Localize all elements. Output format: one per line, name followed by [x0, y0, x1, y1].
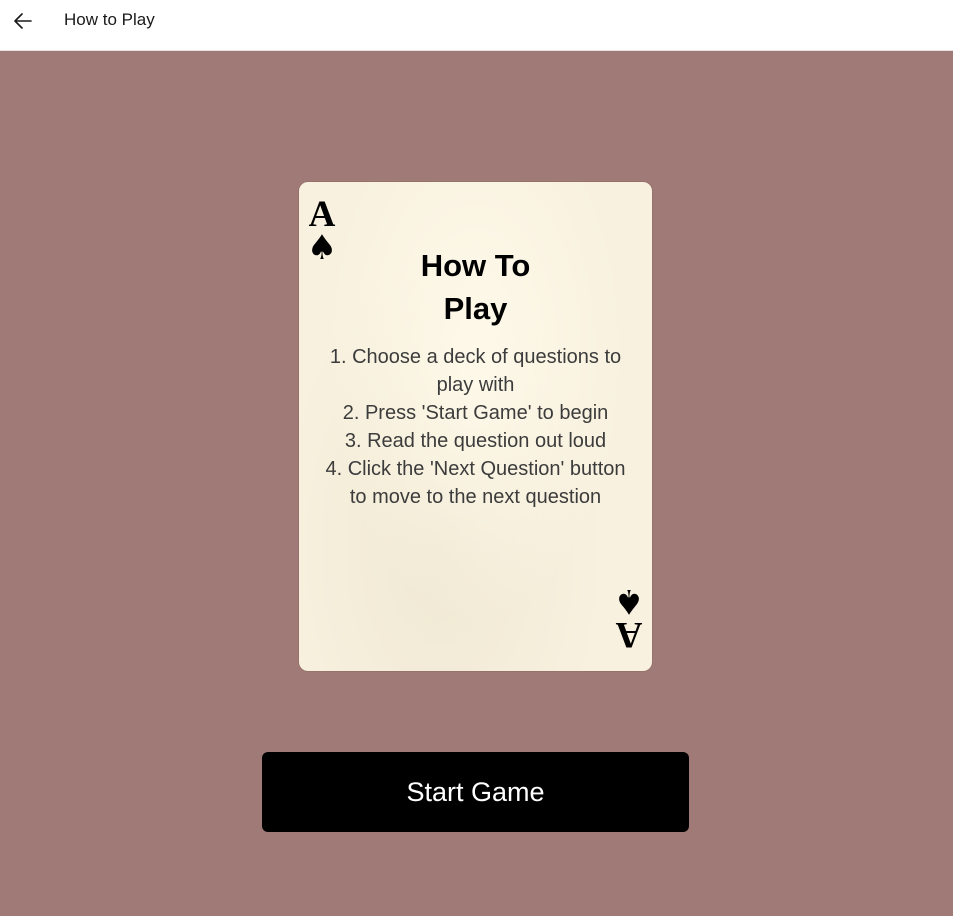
start-game-button[interactable]: Start Game	[262, 752, 689, 832]
card-corner-bottom: A ♠	[612, 581, 646, 655]
back-button[interactable]	[8, 6, 38, 36]
instructions-list: 1. Choose a deck of questions to play wi…	[313, 343, 638, 511]
card-rank: A	[308, 194, 336, 235]
arrow-left-icon	[14, 13, 32, 29]
card-rank: A	[615, 614, 643, 655]
instruction-line: to move to the next question	[349, 486, 602, 508]
card-title-line: How To	[420, 248, 531, 283]
instruction-line: 2. Press 'Start Game' to begin	[342, 402, 609, 424]
instruction-line: 4. Click the 'Next Question' button	[325, 458, 626, 480]
title-bar: How to Play	[0, 0, 953, 51]
spade-icon: ♠	[613, 581, 645, 621]
window-title: How to Play	[64, 10, 155, 29]
instruction-line: 1. Choose a deck of questions to	[329, 346, 622, 368]
instruction-line: play with	[436, 374, 515, 396]
instruction-line: 3. Read the question out loud	[344, 430, 607, 452]
card-title: How To Play	[299, 244, 652, 330]
how-to-play-card: A ♠ How To Play 1. Choose a deck of ques…	[299, 182, 652, 671]
card-title-line: Play	[443, 291, 508, 326]
main-content: A ♠ How To Play 1. Choose a deck of ques…	[0, 51, 953, 916]
